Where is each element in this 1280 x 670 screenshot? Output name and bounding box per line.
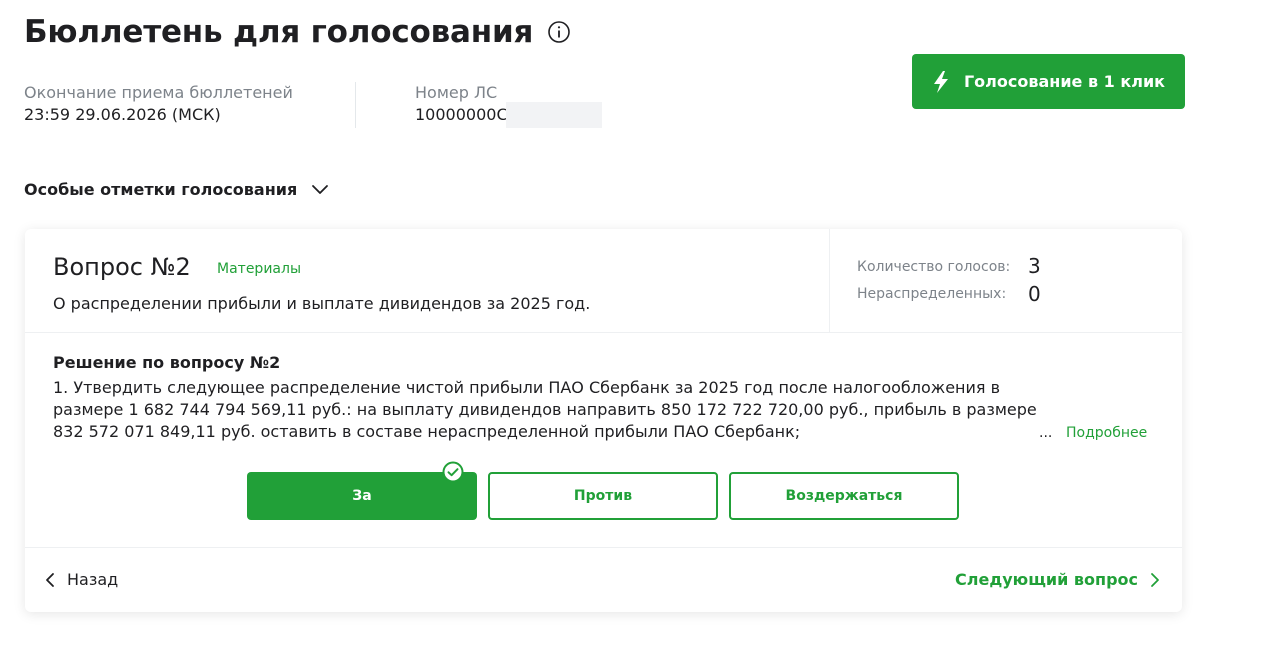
chevron-right-icon <box>1151 572 1159 587</box>
question-title: Вопрос №2 <box>53 253 191 281</box>
votes-count-label: Количество голосов: <box>857 259 1011 275</box>
deadline-block: Окончание приема бюллетеней 23:59 29.06.… <box>24 82 293 126</box>
next-label: Следующий вопрос <box>955 570 1138 589</box>
meta-divider <box>355 82 356 128</box>
vote-abstain-button[interactable]: Воздержаться <box>729 472 959 520</box>
page-title: Бюллетень для голосования <box>24 14 571 50</box>
info-icon[interactable] <box>547 20 571 44</box>
account-label: Номер ЛС <box>415 83 498 102</box>
question-subtitle: О распределении прибыли и выплате дивиде… <box>53 294 591 313</box>
question-card: Вопрос №2 Материалы О распределении приб… <box>25 229 1182 612</box>
unallocated-value: 0 <box>1028 282 1041 306</box>
vote-against-button[interactable]: Против <box>488 472 718 520</box>
deadline-value: 23:59 29.06.2026 (МСК) <box>24 105 221 124</box>
votes-count-value: 3 <box>1028 254 1041 278</box>
materials-link[interactable]: Материалы <box>217 261 301 277</box>
quick-vote-label: Голосование в 1 клик <box>963 72 1166 91</box>
more-link[interactable]: Подробнее <box>1066 425 1147 441</box>
check-circle-icon <box>442 461 464 483</box>
chevron-down-icon <box>312 184 329 194</box>
account-value-row: 10000000С <box>415 102 602 128</box>
lightning-icon <box>933 70 948 93</box>
unallocated-label: Нераспределенных: <box>857 286 1007 302</box>
account-block: Номер ЛС 10000000С <box>415 82 602 128</box>
special-marks-toggle[interactable]: Особые отметки голосования <box>24 180 329 199</box>
card-footer: Назад Следующий вопрос <box>25 547 1182 612</box>
redaction-mask <box>505 102 602 128</box>
back-button[interactable]: Назад <box>45 570 118 589</box>
header-divider <box>829 229 830 333</box>
question-header: Вопрос №2 Материалы О распределении приб… <box>25 229 1182 333</box>
quick-vote-button[interactable]: Голосование в 1 клик <box>912 54 1185 109</box>
chevron-left-icon <box>46 572 54 587</box>
decision-text: 1. Утвердить следующее распределение чис… <box>53 378 1037 441</box>
account-value: 10000000С <box>415 105 508 124</box>
special-marks-label: Особые отметки голосования <box>24 180 298 199</box>
back-label: Назад <box>67 570 119 589</box>
decision-title: Решение по вопросу №2 <box>53 353 281 372</box>
next-question-button[interactable]: Следующий вопрос <box>955 570 1160 589</box>
deadline-label: Окончание приема бюллетеней <box>24 83 293 102</box>
page-title-text: Бюллетень для голосования <box>24 14 534 50</box>
decision-ellipsis: ... <box>1039 425 1053 441</box>
